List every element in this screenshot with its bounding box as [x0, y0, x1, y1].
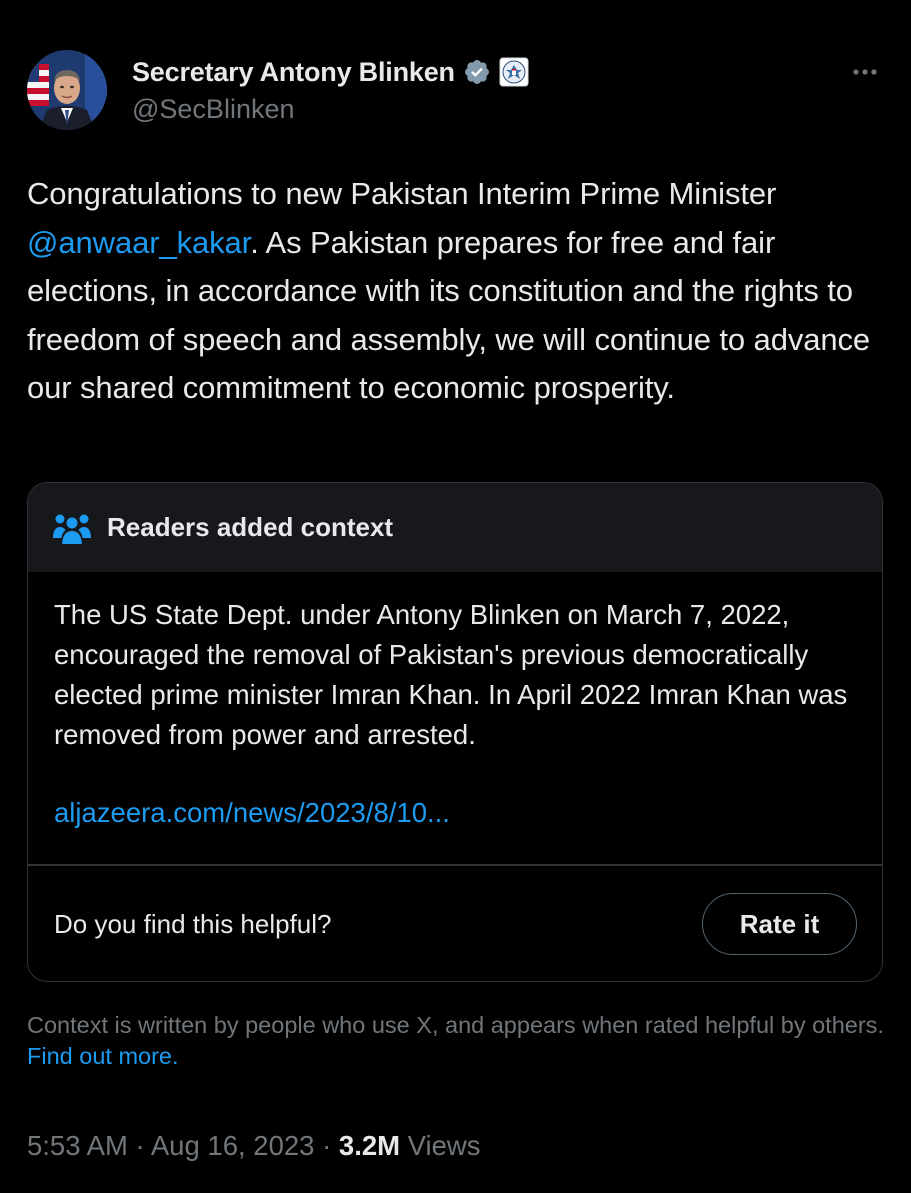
- community-note-body: The US State Dept. under Antony Blinken …: [54, 599, 848, 750]
- author-info: Secretary Antony Blinken @SecBlinken: [132, 54, 529, 125]
- state-department-seal-icon[interactable]: [499, 57, 529, 87]
- display-name[interactable]: Secretary Antony Blinken: [132, 57, 455, 88]
- context-footer-text: Context is written by people who use X, …: [27, 1012, 884, 1038]
- rate-it-button[interactable]: Rate it: [702, 893, 857, 955]
- tweet-header: Secretary Antony Blinken @SecBlinken: [27, 50, 885, 132]
- tweet-text-before: Congratulations to new Pakistan Interim …: [27, 176, 777, 211]
- avatar[interactable]: [27, 50, 107, 130]
- views-label: Views: [400, 1130, 481, 1161]
- meta-separator-2: ·: [314, 1130, 339, 1161]
- tweet-text: Congratulations to new Pakistan Interim …: [27, 170, 897, 413]
- name-row: Secretary Antony Blinken: [132, 54, 529, 90]
- tweet-time[interactable]: 5:53 AM: [27, 1130, 128, 1161]
- community-note-header: Readers added context: [28, 483, 882, 572]
- mention-link[interactable]: @anwaar_kakar: [27, 225, 250, 260]
- context-footer: Context is written by people who use X, …: [27, 1010, 897, 1072]
- avatar-image: [27, 50, 107, 130]
- verified-badge-icon[interactable]: [463, 58, 491, 86]
- tweet-meta: 5:53 AM · Aug 16, 2023 · 3.2M Views: [27, 1130, 481, 1162]
- helpful-question: Do you find this helpful?: [54, 909, 332, 939]
- find-out-more-link[interactable]: Find out more.: [27, 1043, 179, 1069]
- tweet-date[interactable]: Aug 16, 2023: [151, 1130, 315, 1161]
- handle[interactable]: @SecBlinken: [132, 94, 529, 125]
- community-note-title: Readers added context: [107, 512, 394, 542]
- note-divider: [28, 864, 882, 866]
- readers-group-icon: [52, 510, 92, 546]
- meta-separator: ·: [127, 1130, 151, 1161]
- community-note-card: Readers added context The US State Dept.…: [27, 482, 883, 982]
- community-note-source-link[interactable]: aljazeera.com/news/2023/8/10...: [54, 797, 450, 829]
- views-count[interactable]: 3.2M: [339, 1130, 400, 1161]
- more-options-icon[interactable]: [847, 54, 883, 90]
